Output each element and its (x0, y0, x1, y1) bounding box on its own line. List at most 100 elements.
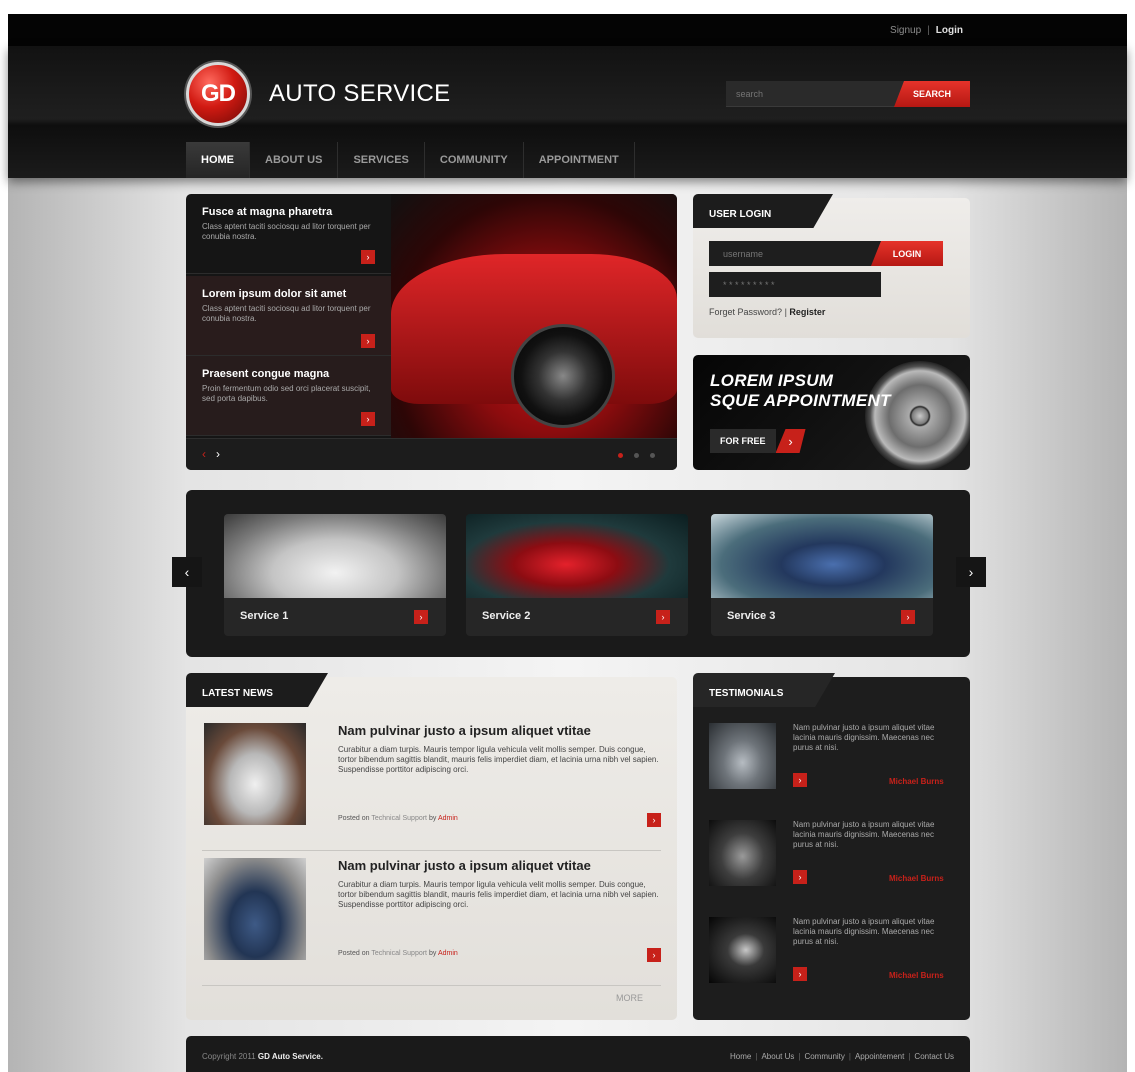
news-meta: Posted on Technical Support by Admin (338, 950, 458, 957)
news-title[interactable]: Nam pulvinar justo a ipsum aliquet vtita… (338, 858, 591, 873)
for-free-label: FOR FREE (710, 429, 776, 453)
silver-car-image (224, 514, 446, 598)
slider-dot[interactable] (634, 453, 639, 458)
login-button[interactable]: LOGIN (871, 241, 943, 266)
slide-text: Proin fermentum odio sed orci placerat s… (202, 384, 371, 403)
news-category-link[interactable]: Technical Support (371, 950, 427, 957)
testimonial-author[interactable]: Michael Burns (889, 874, 944, 883)
slide-title: Praesent congue magna (202, 368, 330, 380)
news-author-link[interactable]: Admin (438, 950, 458, 957)
service-card-3[interactable]: Service 3 › (711, 514, 933, 636)
slide-item-2[interactable]: Praesent congue magna Proin fermentum od… (186, 356, 391, 436)
search-button[interactable]: SEARCH (894, 81, 970, 107)
footer-link-appointement[interactable]: Appointement (855, 1052, 904, 1061)
testimonial-author[interactable]: Michael Burns (889, 971, 944, 980)
car-wheel (511, 324, 615, 428)
chevron-right-icon[interactable]: › (793, 967, 807, 981)
main-nav: HOME ABOUT US SERVICES COMMUNITY APPOINT… (186, 142, 635, 178)
testimonial-text: Nam pulvinar justo a ipsum aliquet vitae… (793, 820, 935, 849)
search-input[interactable] (726, 81, 904, 107)
nav-about-us[interactable]: ABOUT US (250, 142, 339, 178)
by-label: by (428, 815, 437, 822)
chevron-right-icon[interactable]: › (793, 773, 807, 787)
signup-link[interactable]: Signup (890, 25, 921, 36)
register-link[interactable]: Register (789, 307, 825, 317)
posted-label: Posted on (338, 950, 370, 957)
slider-controls: ‹ › (186, 438, 677, 470)
service-card-1[interactable]: Service 1 › (224, 514, 446, 636)
chevron-right-icon[interactable]: › (647, 948, 661, 962)
for-free-button[interactable]: FOR FREE › (710, 429, 806, 453)
carousel-prev-icon[interactable]: ‹ (172, 557, 202, 587)
copyright-company: GD Auto Service. (257, 1052, 323, 1061)
password-input[interactable] (709, 272, 881, 297)
chevron-right-icon[interactable]: › (793, 870, 807, 884)
testimonials-panel: Nam pulvinar justo a ipsum aliquet vitae… (693, 677, 970, 1020)
service-label: Service 3 (727, 610, 776, 622)
news-image-silver-car[interactable] (204, 723, 306, 825)
wheel-rim-icon (865, 361, 970, 470)
copyright: Copyright 2011 GD Auto Service. (202, 1052, 323, 1061)
chevron-right-icon[interactable]: › (647, 813, 661, 827)
testimonial-item: Nam pulvinar justo a ipsum aliquet vitae… (709, 917, 954, 997)
testimonial-image (709, 820, 776, 886)
hero-slider: Lorem ipsum dolor sit amet Class aptent … (186, 194, 677, 470)
news-image-blue-car[interactable] (204, 858, 306, 960)
login-links: Forget Password? | Register (709, 307, 825, 317)
login-title: USER LOGIN (693, 194, 833, 228)
footer-link-about-us[interactable]: About Us (761, 1052, 794, 1061)
slider-prev-icon[interactable]: ‹ (202, 447, 206, 461)
footer-link-community[interactable]: Community (804, 1052, 844, 1061)
testimonial-author[interactable]: Michael Burns (889, 777, 944, 786)
service-card-2[interactable]: Service 2 › (466, 514, 688, 636)
slider-dot[interactable] (650, 453, 655, 458)
username-input[interactable] (709, 241, 881, 266)
nav-home[interactable]: HOME (186, 142, 250, 178)
slide-title: Fusce at magna pharetra (202, 206, 333, 218)
chevron-right-icon: › (775, 429, 806, 453)
nav-community[interactable]: COMMUNITY (425, 142, 524, 178)
copyright-text: Copyright 2011 (202, 1052, 256, 1061)
testimonial-text: Nam pulvinar justo a ipsum aliquet vitae… (793, 723, 935, 752)
chevron-right-icon[interactable]: › (656, 610, 670, 624)
slide-text: Class aptent taciti sociosqu ad litor to… (202, 304, 371, 323)
news-category-link[interactable]: Technical Support (371, 815, 427, 822)
carousel-next-icon[interactable]: › (956, 557, 986, 587)
posted-label: Posted on (338, 815, 370, 822)
appointment-line-2: SQUE APPOINTMENT (710, 391, 891, 410)
testimonial-item: Nam pulvinar justo a ipsum aliquet vitae… (709, 723, 954, 803)
slider-next-icon[interactable]: › (216, 447, 220, 461)
testimonial-text: Nam pulvinar justo a ipsum aliquet vitae… (793, 917, 935, 946)
news-title[interactable]: Nam pulvinar justo a ipsum aliquet vtita… (338, 723, 591, 738)
more-link[interactable]: MORE (616, 993, 643, 1003)
latest-news-title: LATEST NEWS (186, 673, 328, 707)
slide-item-3[interactable]: Fusce at magna pharetra Class aptent tac… (186, 194, 391, 274)
service-label: Service 1 (240, 610, 289, 622)
red-car-image (466, 514, 688, 598)
footer-link-home[interactable]: Home (730, 1052, 751, 1061)
logo[interactable]: GD (186, 62, 250, 126)
top-bar: Signup | Login (8, 14, 1127, 46)
news-author-link[interactable]: Admin (438, 815, 458, 822)
login-link[interactable]: Login (936, 25, 963, 36)
appointment-line-1: LOREM IPSUM (710, 371, 834, 390)
nav-services[interactable]: SERVICES (338, 142, 425, 178)
brand-name[interactable]: AUTO SERVICE (269, 80, 450, 108)
chevron-right-icon[interactable]: › (361, 412, 375, 426)
footer-link-contact-us[interactable]: Contact Us (914, 1052, 954, 1061)
chevron-right-icon[interactable]: › (901, 610, 915, 624)
forgot-password-link[interactable]: Forget Password? (709, 307, 782, 317)
nav-appointment[interactable]: APPOINTMENT (524, 142, 635, 178)
slide-text: Class aptent taciti sociosqu ad litor to… (202, 222, 371, 241)
news-text: Curabitur a diam turpis. Mauris tempor l… (338, 880, 659, 909)
chevron-right-icon[interactable]: › (361, 334, 375, 348)
appointment-banner[interactable]: LOREM IPSUM SQUE APPOINTMENT FOR FREE › (693, 355, 970, 470)
slider-dot[interactable] (618, 453, 623, 458)
news-item: Nam pulvinar justo a ipsum aliquet vtita… (202, 723, 661, 851)
chevron-right-icon[interactable]: › (361, 250, 375, 264)
latest-news-panel: Nam pulvinar justo a ipsum aliquet vtita… (186, 677, 677, 1020)
slide-item-1[interactable]: Lorem ipsum dolor sit amet Class aptent … (186, 276, 391, 356)
chevron-right-icon[interactable]: › (414, 610, 428, 624)
footer-links: Home | About Us | Community | Appointement | Con… (730, 1052, 954, 1061)
testimonial-image (709, 723, 776, 789)
